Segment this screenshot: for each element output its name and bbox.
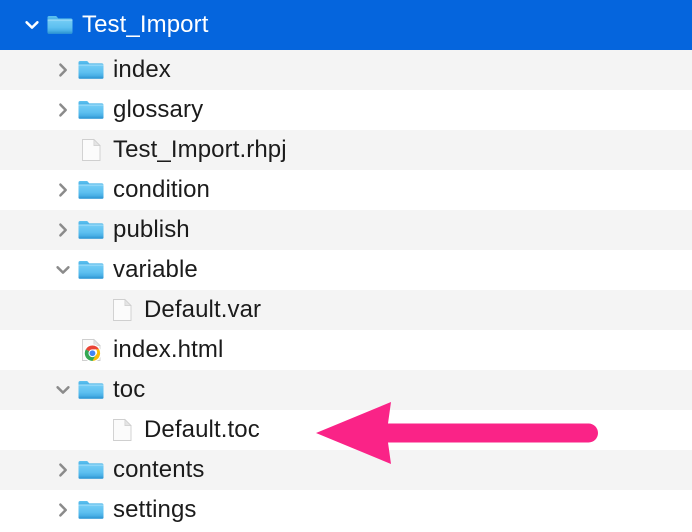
folder-icon [77, 216, 105, 244]
chevron-right-icon[interactable] [53, 460, 73, 480]
tree-row-label: contents [113, 456, 205, 483]
document-icon [77, 136, 105, 164]
chevron-right-icon[interactable] [53, 60, 73, 80]
tree-row-label: index.html [113, 336, 224, 363]
tree-row-label: Test_Import.rhpj [113, 136, 287, 163]
tree-row-label: variable [113, 256, 198, 283]
document-icon [108, 296, 136, 324]
tree-row-condition[interactable]: condition [0, 170, 692, 210]
chevron-right-icon[interactable] [53, 500, 73, 520]
tree-row-label: publish [113, 216, 190, 243]
tree-row-index[interactable]: index [0, 50, 692, 90]
tree-row-label: Default.var [144, 296, 262, 323]
tree-row-label: index [113, 56, 171, 83]
folder-icon [77, 56, 105, 84]
tree-row-label: condition [113, 176, 210, 203]
tree-row-publish[interactable]: publish [0, 210, 692, 250]
file-tree[interactable]: Test_Importindex glossary Test_Import.rhpj… [0, 0, 692, 532]
tree-row-toc[interactable]: toc [0, 370, 692, 410]
tree-row-label: Test_Import [82, 11, 209, 38]
folder-icon [77, 456, 105, 484]
document-icon [108, 416, 136, 444]
folder-icon [77, 256, 105, 284]
folder-icon [77, 176, 105, 204]
chevron-down-icon[interactable] [53, 260, 73, 280]
folder-icon [77, 96, 105, 124]
chevron-right-icon[interactable] [53, 220, 73, 240]
tree-row-label: glossary [113, 96, 204, 123]
folder-icon [77, 376, 105, 404]
tree-row-settings[interactable]: settings [0, 490, 692, 530]
chevron-down-icon[interactable] [22, 15, 42, 35]
chevron-down-icon[interactable] [53, 380, 73, 400]
chevron-right-icon[interactable] [53, 180, 73, 200]
tree-row-index-html[interactable]: index.html [0, 330, 692, 370]
tree-row-variable[interactable]: variable [0, 250, 692, 290]
folder-icon [77, 496, 105, 524]
tree-row-glossary[interactable]: glossary [0, 90, 692, 130]
tree-row-test-import-rhpj[interactable]: Test_Import.rhpj [0, 130, 692, 170]
tree-row-label: settings [113, 496, 197, 523]
tree-row-contents[interactable]: contents [0, 450, 692, 490]
tree-row-default-var[interactable]: Default.var [0, 290, 692, 330]
tree-row-label: Default.toc [144, 416, 260, 443]
chrome-document-icon [77, 336, 105, 364]
folder-icon [46, 11, 74, 39]
tree-row-label: toc [113, 376, 146, 403]
tree-row-test-import[interactable]: Test_Import [0, 0, 692, 50]
chevron-right-icon[interactable] [53, 100, 73, 120]
tree-row-default-toc[interactable]: Default.toc [0, 410, 692, 450]
